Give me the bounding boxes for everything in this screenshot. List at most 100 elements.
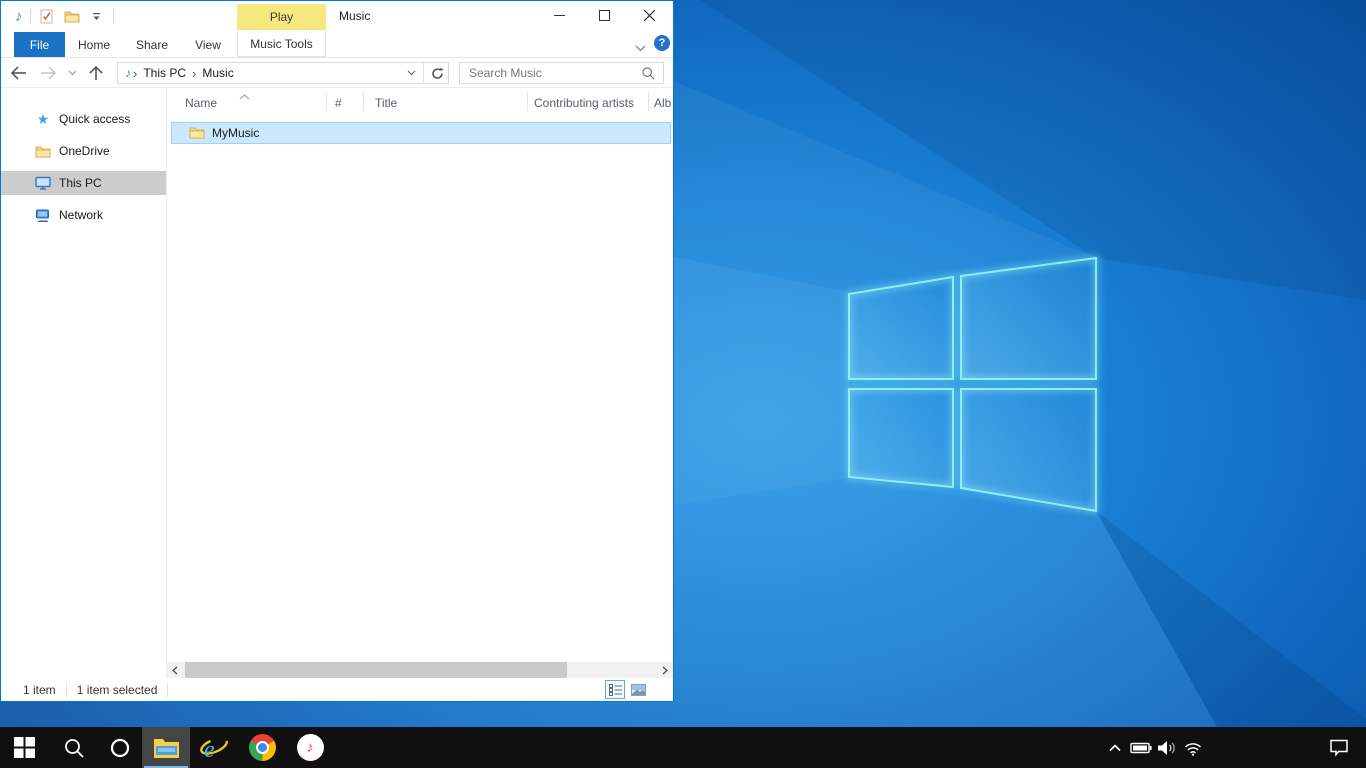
divider — [30, 9, 31, 23]
taskbar-chrome-button[interactable] — [238, 727, 286, 768]
tab-share[interactable]: Share — [128, 32, 176, 57]
sidebar-item-onedrive[interactable]: OneDrive — [1, 139, 166, 163]
tab-file[interactable]: File — [14, 32, 65, 57]
tab-view[interactable]: View — [184, 32, 232, 57]
sidebar-item-this-pc[interactable]: This PC — [1, 171, 166, 195]
search-box[interactable] — [459, 62, 664, 84]
chrome-icon — [249, 734, 276, 761]
tray-expand-chevron-icon[interactable] — [1102, 727, 1128, 768]
wifi-icon[interactable] — [1180, 727, 1206, 768]
column-header-album[interactable]: Alb — [654, 96, 671, 110]
file-explorer-icon — [153, 737, 180, 759]
screen: ♪ Play Music — [0, 0, 1366, 768]
window-body: ★ Quick access OneDrive This PC — [1, 88, 673, 678]
divider — [66, 683, 67, 697]
location-music-icon: ♪ — [118, 67, 131, 79]
tab-home[interactable]: Home — [70, 32, 118, 57]
file-explorer-window: ♪ Play Music — [0, 0, 674, 702]
quick-access-star-icon: ★ — [35, 111, 51, 127]
refresh-button[interactable] — [426, 67, 448, 80]
svg-text:e: e — [204, 737, 215, 762]
sidebar-item-network[interactable]: Network — [1, 203, 166, 227]
up-button[interactable] — [83, 65, 109, 81]
column-divider[interactable] — [527, 92, 528, 111]
window-title: Music — [339, 1, 370, 31]
sidebar-item-label: Network — [59, 208, 103, 222]
address-dropdown[interactable] — [401, 70, 421, 76]
customize-qat-dropdown[interactable] — [88, 6, 106, 26]
sidebar-item-quick-access[interactable]: ★ Quick access — [1, 107, 166, 131]
column-header-artists[interactable]: Contributing artists — [534, 96, 634, 110]
sidebar-item-label: This PC — [59, 176, 102, 190]
file-list-pane: Name # Title Contributing artists Alb My… — [167, 88, 673, 678]
forward-button[interactable] — [35, 66, 61, 80]
taskbar-file-explorer-button[interactable] — [142, 727, 190, 768]
scroll-left-arrow[interactable] — [167, 662, 183, 678]
volume-icon[interactable] — [1154, 727, 1180, 768]
column-header-number[interactable]: # — [335, 96, 342, 110]
properties-button[interactable] — [38, 6, 56, 26]
help-button[interactable]: ? — [654, 35, 670, 51]
breadcrumb-this-pc[interactable]: This PC — [139, 66, 190, 80]
close-button[interactable] — [627, 1, 672, 30]
title-bar: ♪ Play Music — [1, 1, 673, 31]
recent-locations-dropdown[interactable] — [61, 70, 83, 76]
tab-music-tools[interactable]: Music Tools — [237, 31, 326, 57]
search-input[interactable] — [460, 66, 634, 80]
column-headers: Name # Title Contributing artists Alb — [167, 88, 673, 115]
back-button[interactable] — [1, 66, 35, 80]
taskbar: e ♪ — [0, 727, 1366, 768]
minimize-button[interactable] — [537, 1, 582, 30]
file-row-mymusic[interactable]: MyMusic — [171, 122, 671, 144]
caption-buttons — [537, 1, 672, 30]
internet-explorer-icon: e — [199, 734, 229, 762]
taskbar-internet-explorer-button[interactable]: e — [190, 727, 238, 768]
breadcrumb-chevron-icon[interactable]: › — [190, 66, 198, 81]
action-center-icon[interactable] — [1326, 727, 1352, 768]
taskbar-search-button[interactable] — [50, 727, 98, 768]
column-divider[interactable] — [363, 92, 364, 111]
folder-icon — [189, 126, 205, 140]
cortana-button[interactable] — [98, 727, 142, 768]
breadcrumb-chevron-icon[interactable]: › — [131, 66, 139, 81]
divider — [423, 63, 424, 83]
breadcrumb-music[interactable]: Music — [198, 66, 237, 80]
divider — [167, 683, 168, 697]
ribbon-tab-row: File Home Share View Music Tools ? — [1, 31, 673, 58]
window-music-icon: ♪ — [15, 9, 23, 24]
details-view-button[interactable] — [605, 680, 625, 699]
column-header-title[interactable]: Title — [375, 96, 397, 110]
monitor-icon — [35, 175, 51, 191]
column-divider[interactable] — [648, 92, 649, 111]
horizontal-scrollbar[interactable] — [167, 662, 673, 678]
battery-icon[interactable] — [1128, 727, 1154, 768]
system-tray — [1102, 727, 1366, 768]
maximize-button[interactable] — [582, 1, 627, 30]
expand-ribbon-chevron-icon[interactable] — [635, 39, 646, 57]
scroll-right-arrow[interactable] — [657, 662, 673, 678]
itunes-icon: ♪ — [297, 734, 324, 761]
search-icon[interactable] — [634, 67, 663, 80]
new-folder-button[interactable] — [63, 6, 81, 26]
sidebar-item-label: OneDrive — [59, 144, 110, 158]
address-bar[interactable]: ♪ › This PC › Music — [117, 62, 449, 84]
large-icons-view-button[interactable] — [628, 680, 648, 699]
contextual-tab-group-label: Play — [237, 4, 326, 30]
windows-start-icon — [14, 737, 35, 758]
taskbar-itunes-button[interactable]: ♪ — [286, 727, 334, 768]
column-divider[interactable] — [326, 92, 327, 111]
view-toggle-buttons — [605, 680, 648, 699]
item-count: 1 item — [23, 683, 56, 697]
search-icon — [64, 738, 84, 758]
folder-icon — [35, 143, 51, 159]
scrollbar-thumb[interactable] — [185, 662, 567, 678]
status-bar: 1 item 1 item selected — [1, 678, 673, 701]
navigation-pane: ★ Quick access OneDrive This PC — [1, 88, 167, 678]
start-button[interactable] — [0, 727, 48, 768]
cortana-circle-icon — [110, 738, 130, 758]
network-pc-icon — [35, 207, 51, 223]
column-header-name[interactable]: Name — [185, 96, 217, 110]
sidebar-item-label: Quick access — [59, 112, 130, 126]
selection-count: 1 item selected — [77, 683, 158, 697]
windows-logo — [849, 258, 1096, 511]
